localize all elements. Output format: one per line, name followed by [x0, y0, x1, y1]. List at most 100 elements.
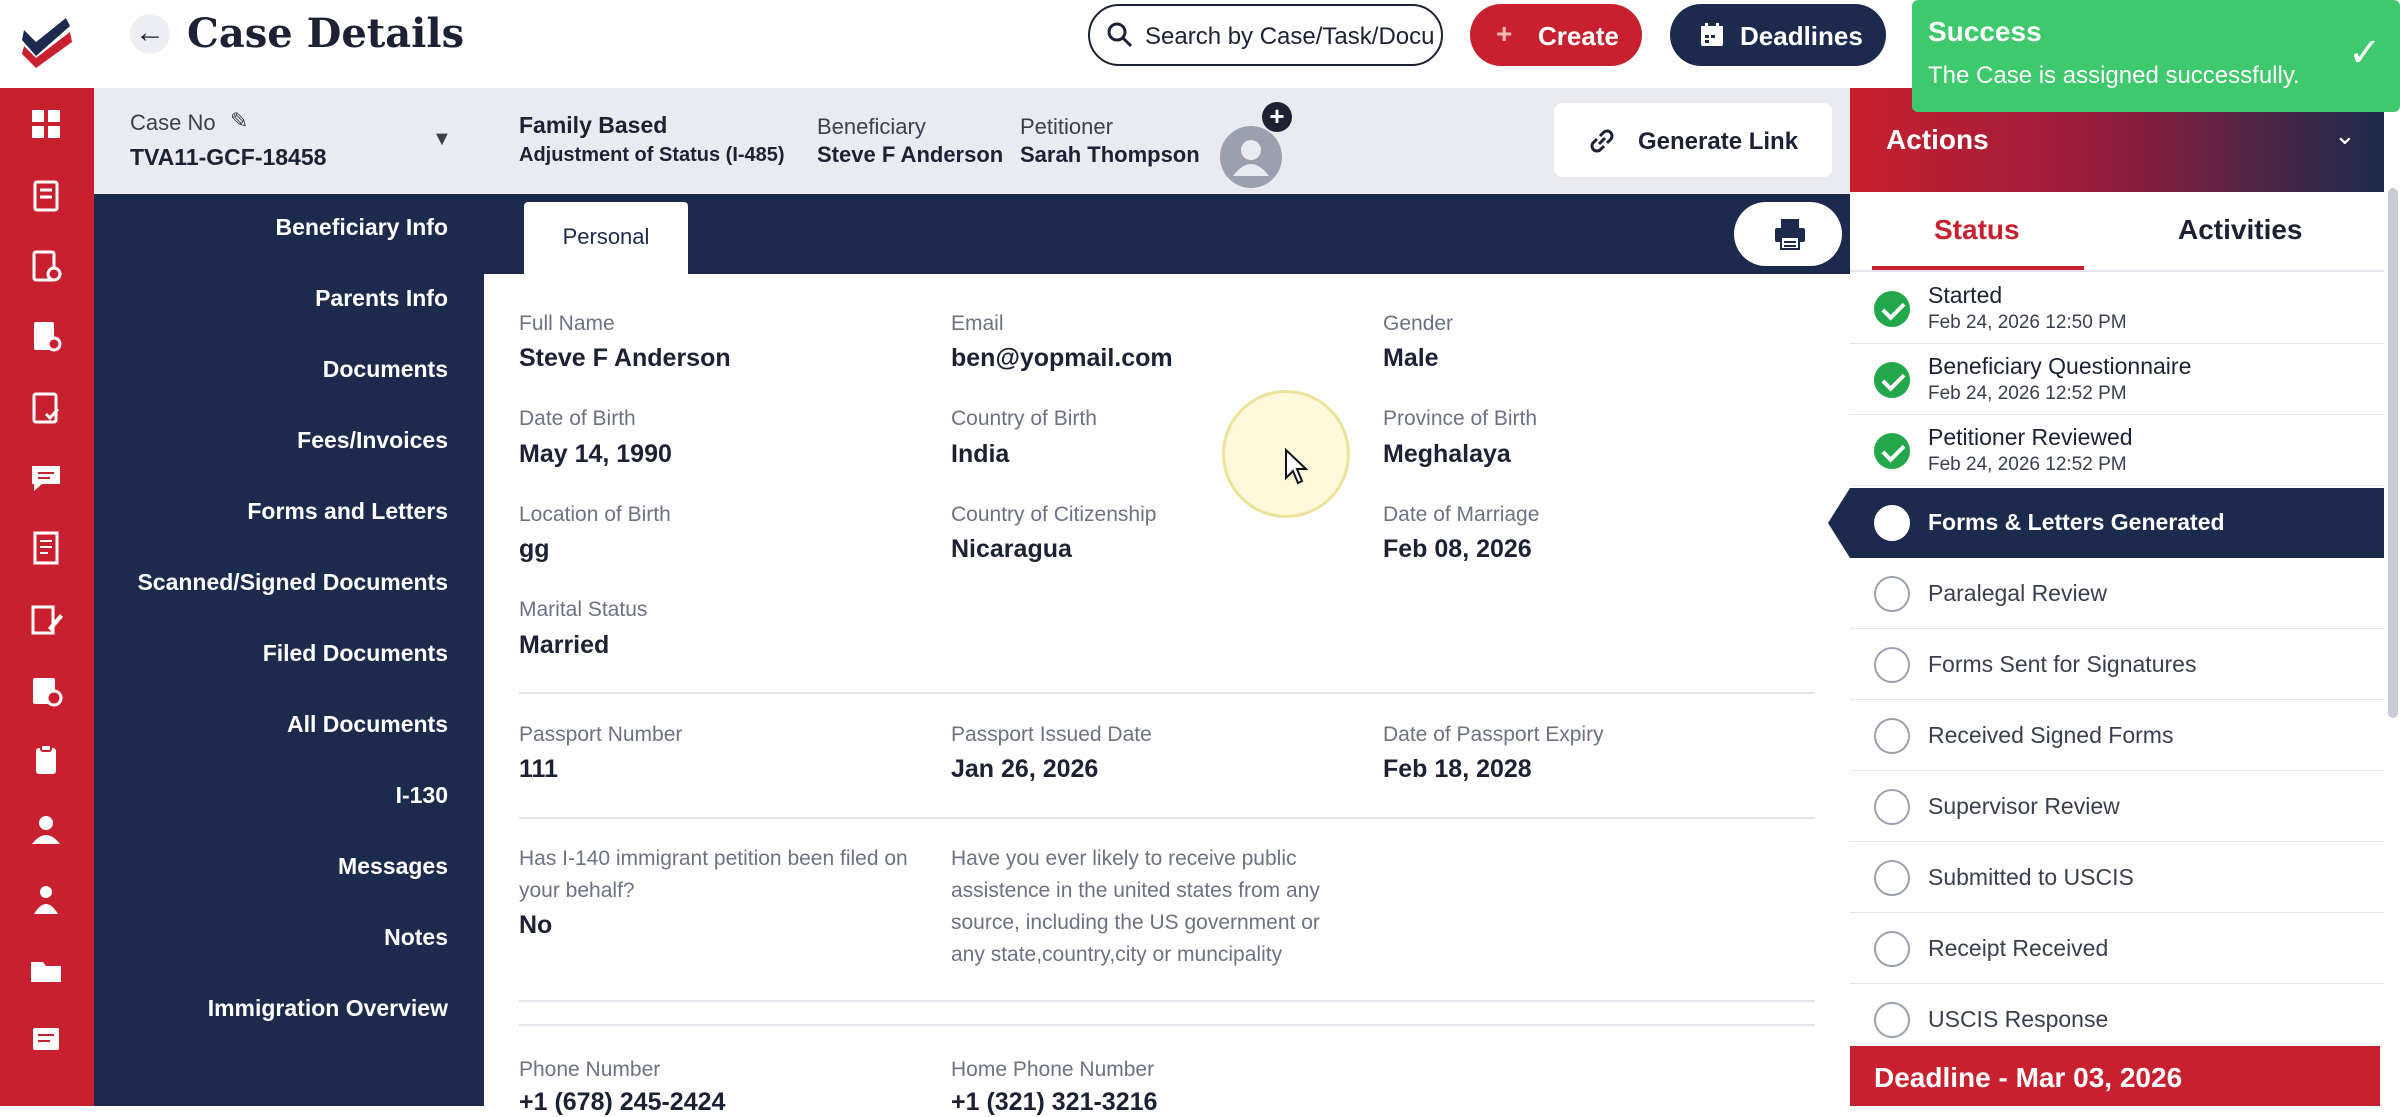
public-assistance-question-line2: assistence in the united states from any [951, 879, 1320, 902]
sidebar-item-messages[interactable]: Messages [338, 853, 448, 880]
public-assistance-question-line4: any state,country,city or muncipality [951, 943, 1283, 966]
check-circle-icon [1874, 291, 1910, 327]
avatar[interactable] [1220, 126, 1282, 188]
deadline-banner[interactable]: Deadline - Mar 03, 2026 [1850, 1046, 2380, 1106]
clipboard-icon[interactable] [26, 740, 66, 780]
public-assistance-question-line1: Have you ever likely to receive public [951, 847, 1297, 870]
notes-icon[interactable] [26, 1020, 66, 1060]
empty-circle-icon [1874, 931, 1910, 967]
sidebar-item-all-documents[interactable]: All Documents [287, 711, 448, 738]
step-name: Forms Sent for Signatures [1928, 651, 2197, 677]
sidebar-item-notes[interactable]: Notes [384, 924, 448, 951]
status-step-beneficiary-questionnaire[interactable]: Beneficiary Questionnaire Feb 24, 2026 1… [1850, 345, 2384, 415]
chat-icon[interactable] [26, 458, 66, 498]
date-of-marriage-value: Feb 08, 2026 [1383, 535, 1532, 563]
billing-icon[interactable] [26, 670, 66, 710]
scrollbar[interactable] [2388, 188, 2398, 718]
status-step-started[interactable]: Started Feb 24, 2026 12:50 PM [1850, 274, 2384, 344]
checkmark-icon: ✓ [2348, 31, 2382, 75]
sidebar-item-beneficiary-info[interactable]: Beneficiary Info [275, 214, 448, 241]
search-input[interactable]: Search by Case/Task/Docu [1088, 4, 1443, 66]
sidebar-item-i130[interactable]: I-130 [396, 782, 448, 809]
case-subtype: Adjustment of Status (I-485) [519, 144, 785, 166]
left-rail [0, 0, 94, 1106]
passport-number-label: Passport Number [519, 723, 683, 746]
sidebar-item-scanned-signed[interactable]: Scanned/Signed Documents [137, 569, 448, 596]
success-toast[interactable]: Success The Case is assigned successfull… [1912, 0, 2400, 112]
document-icon[interactable] [26, 528, 66, 568]
checklist-icon[interactable] [26, 388, 66, 428]
phone-label: Phone Number [519, 1058, 661, 1081]
print-button[interactable] [1734, 202, 1842, 266]
status-step-receipt-received[interactable]: Receipt Received [1850, 914, 2384, 984]
step-name: Submitted to USCIS [1928, 864, 2134, 890]
sidebar-item-immigration-overview[interactable]: Immigration Overview [208, 995, 448, 1022]
step-time: Feb 24, 2026 12:52 PM [1928, 383, 2127, 404]
add-assignee-icon[interactable]: + [1262, 102, 1292, 132]
generate-link-button[interactable]: Generate Link [1554, 103, 1832, 177]
step-name: Receipt Received [1928, 935, 2109, 961]
actions-title: Actions [1886, 124, 1989, 155]
step-divider [1850, 628, 2384, 629]
step-time: Feb 24, 2026 12:50 PM [1928, 312, 2127, 333]
tasks-icon[interactable] [26, 316, 66, 356]
status-step-supervisor-review[interactable]: Supervisor Review [1850, 772, 2384, 842]
phone-value: +1 (678) 245-2424 [519, 1088, 726, 1116]
empty-circle-icon [1874, 647, 1910, 683]
tab-status[interactable]: Status [1934, 214, 2020, 246]
country-of-birth-value: India [951, 440, 1010, 468]
sidebar-item-fees-invoices[interactable]: Fees/Invoices [297, 427, 448, 454]
province-of-birth-label: Province of Birth [1383, 407, 1538, 430]
full-name-label: Full Name [519, 312, 615, 335]
toast-title: Success [1928, 16, 2042, 47]
location-of-birth-value: gg [519, 535, 550, 563]
create-button[interactable]: + Create [1470, 4, 1642, 66]
contacts-icon[interactable] [26, 880, 66, 920]
case-type: Family Based [519, 112, 668, 138]
step-divider [1850, 841, 2384, 842]
status-step-forms-sent-for-signatures[interactable]: Forms Sent for Signatures [1850, 630, 2384, 700]
deadlines-label: Deadlines [1740, 21, 1863, 51]
search-icon [1107, 22, 1133, 48]
status-step-paralegal-review[interactable]: Paralegal Review [1850, 559, 2384, 629]
sidebar-item-filed-documents[interactable]: Filed Documents [263, 640, 448, 667]
passport-issued-label: Passport Issued Date [951, 723, 1152, 746]
user-icon[interactable] [26, 810, 66, 850]
app-logo-icon[interactable] [18, 12, 76, 70]
actions-panel: Actions ⌄ Status Activities Started Feb … [1850, 88, 2384, 1106]
sidebar-item-forms-letters[interactable]: Forms and Letters [247, 498, 448, 525]
sidebar-item-parents-info[interactable]: Parents Info [315, 285, 448, 312]
deadline-text: Deadline - Mar 03, 2026 [1874, 1062, 2183, 1093]
step-time: Feb 24, 2026 12:52 PM [1928, 454, 2127, 475]
cases-icon[interactable] [26, 176, 66, 216]
folder-icon[interactable] [26, 950, 66, 990]
public-assistance-question-line3: source, including the US government or [951, 911, 1320, 934]
step-name: Petitioner Reviewed [1928, 424, 2133, 450]
step-name: USCIS Response [1928, 1006, 2109, 1032]
step-name: Beneficiary Questionnaire [1928, 353, 2192, 379]
forms-icon[interactable] [26, 246, 66, 286]
back-arrow-icon[interactable]: ← [130, 14, 170, 54]
pencil-icon[interactable]: ✎ [230, 108, 248, 134]
status-step-submitted-to-uscis[interactable]: Submitted to USCIS [1850, 843, 2384, 913]
link-icon [1590, 129, 1614, 153]
deadlines-button[interactable]: Deadlines [1670, 4, 1886, 66]
status-step-forms-letters-generated[interactable]: Forms & Letters Generated [1850, 488, 2384, 558]
current-step-pointer [1828, 488, 1850, 558]
gender-label: Gender [1383, 312, 1454, 335]
status-step-received-signed-forms[interactable]: Received Signed Forms [1850, 701, 2384, 771]
tab-activities[interactable]: Activities [2178, 214, 2303, 246]
section-divider [519, 817, 1815, 819]
nav-icon-column [0, 88, 94, 1106]
i140-question-line2: your behalf? [519, 879, 635, 902]
case-dropdown-icon[interactable]: ▼ [432, 128, 452, 151]
tab-personal[interactable]: Personal [524, 202, 688, 274]
dashboard-icon[interactable] [26, 104, 66, 144]
chevron-down-icon[interactable]: ⌄ [2334, 120, 2356, 151]
edit-document-icon[interactable] [26, 600, 66, 640]
status-step-uscis-response[interactable]: USCIS Response [1850, 985, 2384, 1055]
status-step-petitioner-reviewed[interactable]: Petitioner Reviewed Feb 24, 2026 12:52 P… [1850, 416, 2384, 486]
page-title: Case Details [187, 10, 465, 57]
step-name: Paralegal Review [1928, 580, 2107, 606]
sidebar-item-documents[interactable]: Documents [323, 356, 448, 383]
